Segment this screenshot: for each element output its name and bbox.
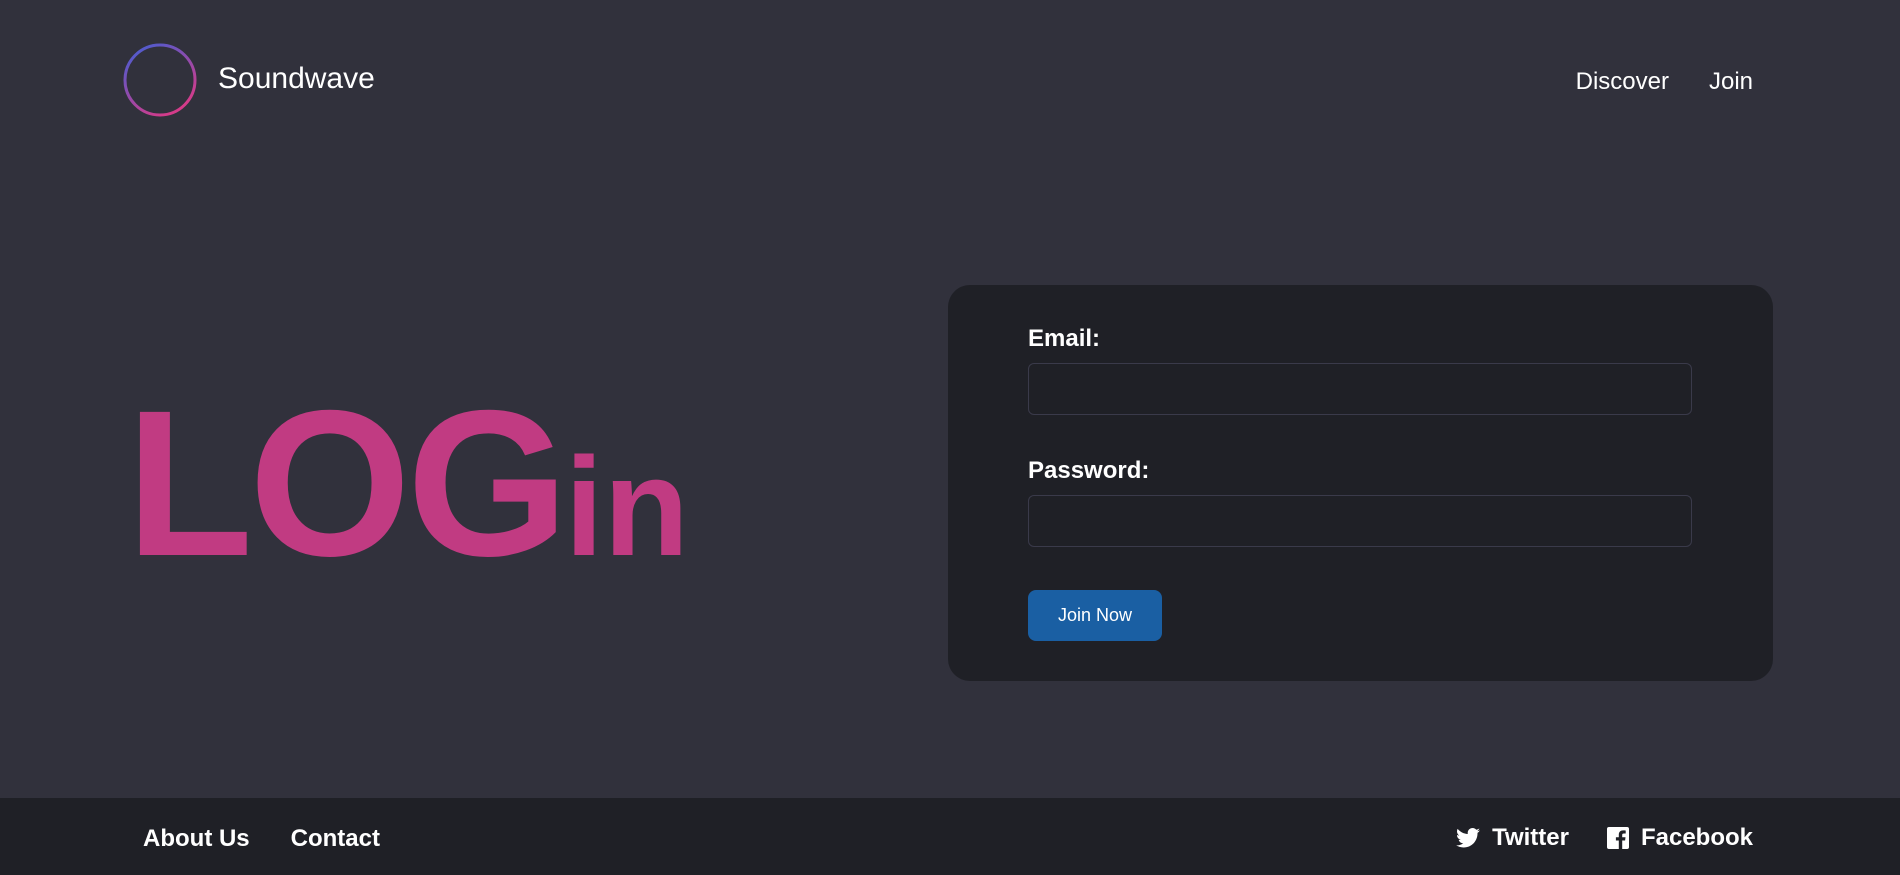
email-label: Email: [1028, 325, 1101, 352]
twitter-link[interactable]: Twitter [1456, 824, 1569, 852]
brand-name[interactable]: Soundwave [218, 62, 375, 96]
main-nav: Discover Join [1576, 68, 1753, 96]
twitter-label: Twitter [1492, 824, 1569, 851]
login-heading-small: in [564, 428, 690, 585]
login-heading-big: LOG [126, 368, 569, 600]
page: Soundwave Discover Join LOGin Email: Pas… [0, 0, 1900, 875]
password-label: Password: [1028, 457, 1150, 484]
site-header: Soundwave Discover Join [0, 0, 1900, 160]
facebook-icon [1606, 827, 1629, 849]
facebook-label: Facebook [1640, 824, 1753, 851]
social-links: Twitter Facebook [1456, 824, 1753, 852]
facebook-link[interactable]: Facebook [1606, 824, 1753, 852]
twitter-icon [1456, 828, 1481, 848]
site-footer: About Us Contact Twitter Facebook [0, 798, 1900, 875]
nav-discover[interactable]: Discover [1576, 68, 1669, 96]
email-field[interactable] [1028, 363, 1692, 415]
footer-links: About Us Contact [143, 825, 380, 853]
soundwave-logo-icon [123, 43, 197, 117]
nav-join[interactable]: Join [1709, 68, 1753, 96]
password-field[interactable] [1028, 495, 1692, 547]
footer-contact-link[interactable]: Contact [291, 825, 380, 853]
join-now-button[interactable]: Join Now [1028, 590, 1162, 641]
footer-about-link[interactable]: About Us [143, 825, 250, 853]
login-heading: LOGin [126, 380, 689, 588]
login-form: Email: Password: Join Now [948, 285, 1773, 681]
